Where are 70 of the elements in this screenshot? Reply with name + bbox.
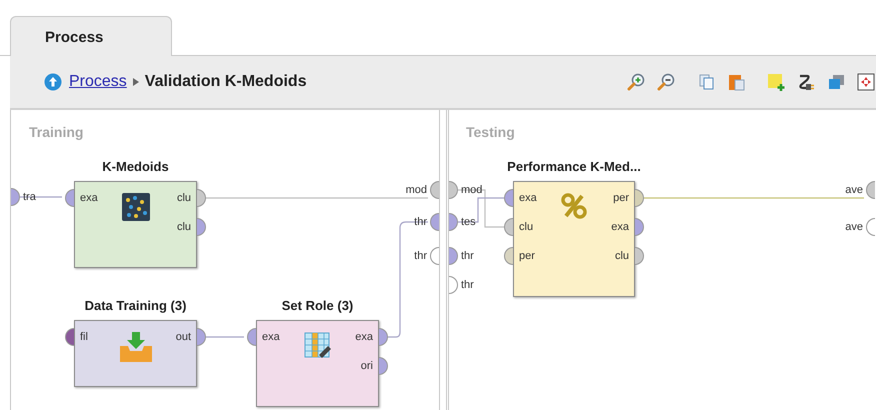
port-label: fil — [80, 331, 88, 343]
port-label: thr — [461, 250, 474, 262]
zoom-out-icon[interactable] — [656, 72, 676, 92]
operator-box[interactable] — [74, 181, 197, 268]
scatter-icon — [122, 193, 150, 221]
operator-title: Performance K-Med... — [507, 159, 641, 174]
port-handle[interactable] — [866, 181, 875, 199]
port-label: exa — [355, 331, 373, 343]
port-handle[interactable] — [635, 247, 644, 265]
port-label: thr — [461, 279, 474, 291]
port-handle[interactable] — [635, 189, 644, 207]
operator-title: Data Training (3) — [84, 298, 186, 313]
port-label: ave — [845, 184, 863, 196]
process-tab[interactable]: Process — [10, 16, 172, 56]
paste-icon[interactable] — [726, 72, 746, 92]
port-label: thr — [414, 216, 427, 228]
port-handle[interactable] — [430, 247, 439, 265]
port-handle[interactable] — [504, 247, 513, 265]
table-edit-icon — [304, 332, 332, 360]
port-label: exa — [262, 331, 280, 343]
port-label: mod — [461, 184, 482, 196]
port-handle[interactable] — [197, 328, 206, 346]
port-handle[interactable] — [247, 328, 256, 346]
port-label: exa — [80, 192, 98, 204]
port-handle[interactable] — [504, 218, 513, 236]
port-handle[interactable] — [65, 189, 74, 207]
breadcrumb-current: Validation K-Medoids — [144, 73, 307, 91]
port-handle[interactable] — [449, 276, 458, 294]
port-handle[interactable] — [866, 218, 875, 236]
port-handle[interactable] — [635, 218, 644, 236]
port-label: clu — [519, 221, 534, 233]
port-label: ori — [360, 360, 373, 372]
zoom-in-icon[interactable] — [626, 72, 646, 92]
percent-icon — [561, 193, 587, 219]
port-handle[interactable] — [379, 328, 388, 346]
panel-title: Training — [29, 124, 84, 140]
port-label: tes — [461, 216, 476, 228]
port-label: clu — [176, 221, 191, 233]
port-label: clu — [614, 250, 629, 262]
connection-line — [20, 196, 62, 198]
port-handle[interactable] — [504, 189, 513, 207]
port-handle[interactable] — [449, 247, 458, 265]
chevron-right-icon — [132, 78, 139, 86]
windows-icon[interactable] — [826, 72, 846, 92]
port-handle[interactable] — [430, 181, 439, 199]
operator-title: Set Role (3) — [282, 298, 354, 313]
port-handle[interactable] — [65, 328, 74, 346]
port-handle[interactable] — [449, 181, 458, 199]
port-handle[interactable] — [449, 213, 458, 231]
fit-icon[interactable] — [856, 72, 876, 92]
port-handle[interactable] — [11, 188, 20, 206]
port-label: exa — [519, 192, 537, 204]
port-handle[interactable] — [197, 189, 206, 207]
port-handle[interactable] — [379, 357, 388, 375]
port-handle[interactable] — [197, 218, 206, 236]
port-label: exa — [611, 221, 629, 233]
download-tray-icon — [120, 332, 152, 362]
breadcrumb-link[interactable]: Process — [69, 73, 127, 91]
operator-title: K-Medoids — [102, 159, 169, 174]
add-note-icon[interactable] — [766, 72, 786, 92]
port-label: out — [176, 331, 191, 343]
panel-title: Testing — [466, 124, 515, 140]
port-label: thr — [414, 250, 427, 262]
port-label: tra — [23, 191, 36, 203]
port-label: per — [613, 192, 629, 204]
port-label: per — [519, 250, 535, 262]
port-label: mod — [406, 184, 427, 196]
port-label: ave — [845, 221, 863, 233]
port-label: clu — [176, 192, 191, 204]
port-handle[interactable] — [430, 213, 439, 231]
